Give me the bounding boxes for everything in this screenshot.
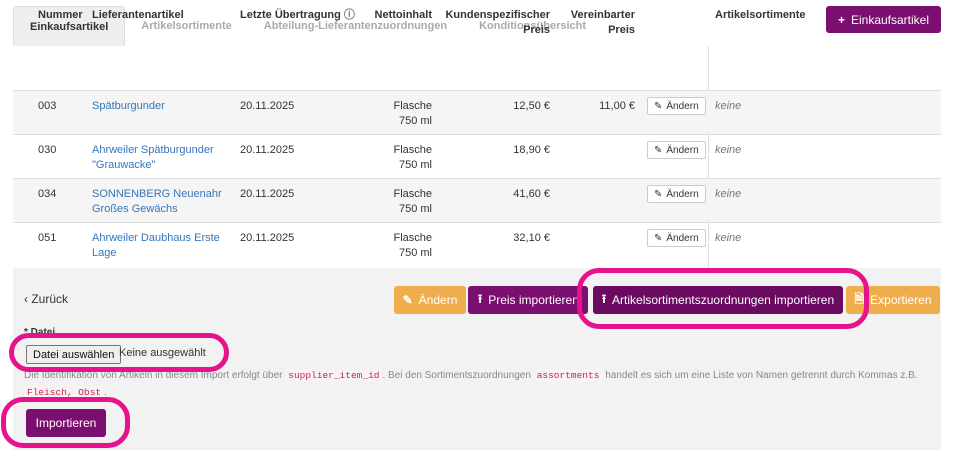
edit-agreed-price-button[interactable]: ✎ Ändern (647, 97, 706, 115)
file-field-label: * Datei (24, 327, 56, 338)
header-last-transfer-label: Letzte Übertragung (240, 9, 341, 21)
header-customer-price: Kundenspezifischer Preis (440, 8, 550, 38)
header-assortments: Artikelsortimente (715, 9, 806, 21)
supplier-item-link[interactable]: Ahrweiler Daubhaus Erste Lage (92, 231, 220, 261)
supplier-item-link[interactable]: Spätburgunder (92, 99, 165, 114)
header-net-content: Nettoinhalt (374, 9, 432, 21)
edit-agreed-price-label: Ändern (666, 144, 699, 156)
header-customer-price-line2: Preis (523, 24, 550, 36)
pencil-icon: ✎ (654, 100, 663, 112)
upload-icon: ⭱ (478, 291, 483, 306)
export-button[interactable]: 🗎 Exportieren (846, 286, 940, 314)
edit-button[interactable]: ✎ Ändern (394, 286, 466, 314)
row-number: 034 (38, 188, 57, 200)
import-help-text: Die Identifikation von Artikeln in diese… (24, 367, 924, 401)
row-customer-price: 18,90 € (513, 144, 550, 156)
supplier-item-name-line1[interactable]: SONNENBERG Neuenahr (92, 187, 222, 202)
header-supplier-item: Lieferantenartikel (92, 9, 184, 21)
row-net-content-unit: Flasche (393, 100, 432, 112)
row-net-content-volume: 750 ml (398, 115, 432, 127)
info-icon[interactable]: ⓘ (344, 9, 355, 21)
row-net-content-volume: 750 ml (398, 203, 432, 215)
upload-icon: ⭱ (601, 291, 607, 306)
table-row: 034 SONNENBERG Neuenahr Großes Gewächs 2… (13, 178, 941, 222)
row-assortments: keine (715, 144, 742, 156)
header-customer-price-line1: Kundenspezifischer (445, 9, 550, 21)
row-number: 003 (38, 100, 57, 112)
row-net-content: Flasche 750 ml (360, 187, 432, 217)
pencil-icon: ✎ (654, 188, 663, 200)
supplier-item-name-line2[interactable]: Großes Gewächs (92, 202, 222, 217)
row-net-content-volume: 750 ml (398, 159, 432, 171)
import-assortments-button[interactable]: ⭱ Artikelsortimentszuordnungen importier… (593, 286, 843, 314)
row-net-content-unit: Flasche (393, 144, 432, 156)
help-text-part: Die Identifikation von Artikeln in diese… (24, 370, 283, 381)
row-net-content-volume: 750 ml (398, 247, 432, 259)
help-code-example: Fleisch, Obst (24, 386, 105, 399)
edit-agreed-price-label: Ändern (666, 188, 699, 200)
row-date: 20.11.2025 (240, 232, 295, 244)
edit-agreed-price-button[interactable]: ✎ Ändern (647, 185, 706, 203)
row-number: 051 (38, 232, 57, 244)
help-text-part: . (104, 387, 107, 398)
import-price-button[interactable]: ⭱ Preis importieren (468, 286, 588, 314)
supplier-item-link[interactable]: Ahrweiler Spätburgunder "Grauwacke" (92, 143, 214, 173)
row-net-content-unit: Flasche (393, 188, 432, 200)
help-code-assortments: assortments (533, 369, 603, 382)
row-net-content: Flasche 750 ml (360, 143, 432, 173)
row-number: 030 (38, 144, 57, 156)
supplier-item-name-line1[interactable]: Ahrweiler Daubhaus Erste (92, 231, 220, 246)
row-net-content: Flasche 750 ml (360, 231, 432, 261)
row-date: 20.11.2025 (240, 144, 295, 156)
file-export-icon: 🗎 (854, 291, 865, 306)
supplier-item-link[interactable]: SONNENBERG Neuenahr Großes Gewächs (92, 187, 222, 217)
row-net-content: Flasche 750 ml (360, 99, 432, 129)
edit-button-label: Ändern (418, 293, 458, 307)
edit-agreed-price-label: Ändern (666, 100, 699, 112)
pencil-icon: ✎ (402, 293, 413, 307)
row-assortments: keine (715, 188, 742, 200)
edit-agreed-price-button[interactable]: ✎ Ändern (647, 229, 706, 247)
plus-icon: + (837, 12, 845, 27)
add-einkaufsartikel-button[interactable]: + Einkaufsartikel (826, 6, 941, 33)
row-date: 20.11.2025 (240, 188, 295, 200)
help-code-supplier-item-id: supplier_item_id (285, 369, 383, 382)
back-link[interactable]: ‹ Zurück (24, 292, 68, 306)
help-text-part: handelt es sich um eine Liste von Namen … (605, 370, 918, 381)
add-button-label: Einkaufsartikel (850, 12, 930, 27)
import-assortments-label: Artikelsortimentszuordnungen importieren (612, 293, 835, 307)
import-submit-button[interactable]: Importieren (26, 409, 106, 437)
help-text-part: . Bei den Sortimentszuordnungen (382, 370, 531, 381)
pencil-icon: ✎ (654, 232, 663, 244)
header-agreed-price-line2: Preis (608, 24, 635, 36)
row-net-content-unit: Flasche (393, 232, 432, 244)
export-button-label: Exportieren (870, 293, 932, 307)
file-choose-button[interactable]: Datei auswählen (26, 345, 122, 364)
edit-agreed-price-label: Ändern (666, 232, 699, 244)
header-agreed-price-line1: Vereinbarter (570, 9, 635, 21)
row-date: 20.11.2025 (240, 100, 295, 112)
header-last-transfer: Letzte Übertragung ⓘ (240, 8, 355, 23)
row-customer-price: 12,50 € (513, 100, 550, 112)
header-agreed-price: Vereinbarter Preis (560, 8, 635, 38)
supplier-item-name-line1[interactable]: Spätburgunder (92, 99, 165, 114)
table-row: 003 Spätburgunder 20.11.2025 Flasche 750… (13, 90, 941, 134)
row-agreed-price: 11,00 € (599, 100, 635, 112)
table-row: 030 Ahrweiler Spätburgunder "Grauwacke" … (13, 134, 941, 178)
row-customer-price: 41,60 € (513, 188, 550, 200)
supplier-item-name-line2[interactable]: Lage (92, 246, 220, 261)
import-price-label: Preis importieren (488, 293, 579, 307)
table-row: 051 Ahrweiler Daubhaus Erste Lage 20.11.… (13, 222, 941, 266)
supplier-item-name-line1[interactable]: Ahrweiler Spätburgunder (92, 143, 214, 158)
row-assortments: keine (715, 232, 742, 244)
header-number: Nummer (38, 9, 83, 21)
row-assortments: keine (715, 100, 742, 112)
edit-agreed-price-button[interactable]: ✎ Ändern (647, 141, 706, 159)
pencil-icon: ✎ (654, 144, 663, 156)
row-customer-price: 32,10 € (513, 232, 550, 244)
supplier-item-name-line2[interactable]: "Grauwacke" (92, 158, 214, 173)
file-status-text: Keine ausgewählt (119, 347, 206, 359)
